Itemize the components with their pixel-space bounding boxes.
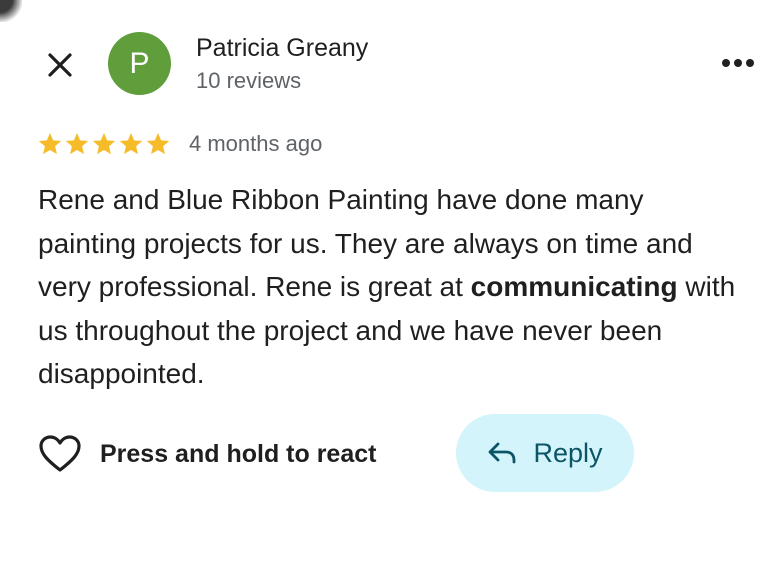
reply-button[interactable]: Reply bbox=[456, 414, 634, 492]
star-icon bbox=[92, 132, 116, 155]
avatar-initial: P bbox=[129, 46, 150, 80]
heart-outline-icon bbox=[39, 435, 81, 472]
star-rating bbox=[37, 131, 171, 157]
star-icon bbox=[38, 132, 62, 155]
close-button[interactable] bbox=[40, 45, 80, 85]
close-icon bbox=[48, 53, 72, 77]
review-text: Rene and Blue Ribbon Painting have done … bbox=[38, 178, 748, 396]
review-header: P Patricia Greany 10 reviews bbox=[0, 0, 768, 120]
rating-row: 4 months ago bbox=[37, 128, 322, 160]
star-icon bbox=[119, 132, 143, 155]
more-options-button[interactable] bbox=[716, 46, 760, 80]
reply-arrow-icon bbox=[489, 442, 516, 464]
reply-label: Reply bbox=[533, 437, 603, 468]
avatar[interactable]: P bbox=[108, 32, 171, 95]
review-text-highlight: communicating bbox=[470, 271, 678, 302]
more-horizontal-icon bbox=[722, 59, 754, 67]
author-name[interactable]: Patricia Greany bbox=[196, 34, 368, 63]
react-label: Press and hold to react bbox=[100, 439, 377, 468]
star-icon bbox=[146, 132, 170, 155]
star-icon bbox=[65, 132, 89, 155]
review-count[interactable]: 10 reviews bbox=[196, 68, 301, 94]
review-date: 4 months ago bbox=[189, 131, 323, 156]
react-button[interactable]: Press and hold to react bbox=[38, 432, 376, 476]
review-actions: Press and hold to react Reply bbox=[0, 412, 768, 494]
